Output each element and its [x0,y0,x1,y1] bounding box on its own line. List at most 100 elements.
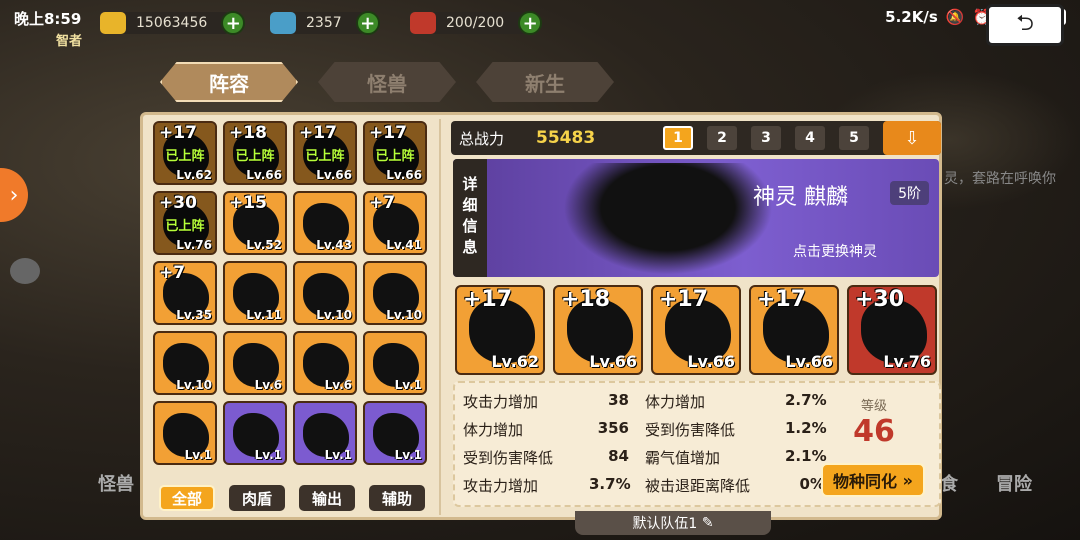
monster-card[interactable]: Lv.1 [153,401,217,465]
monster-grid: +17 已上阵 Lv.62 +18 已上阵 Lv.66 +17 已上阵 Lv.66 +17 已上阵 L… [153,121,431,465]
meat-icon [410,12,436,34]
species-sync-button[interactable]: 物种同化 » [821,463,925,497]
enhance-level: +30 [855,287,905,312]
monster-card[interactable]: Lv.1 [363,331,427,395]
team-slot-1[interactable]: 1 [663,126,693,150]
monster-level: Lv.1 [324,448,352,462]
spirit-name: 神灵 麒麟 [753,185,848,210]
top-tabs: 阵容 怪兽 新生 [160,62,614,102]
spirit-banner[interactable]: 详细信息 神灵 麒麟 5阶 点击更换神灵 [453,159,939,277]
enhance-level: +18 [229,123,267,143]
team-member-card[interactable]: +30 Lv.76 [847,285,937,375]
nav-adventure[interactable]: 冒险 [996,470,1032,496]
player-title: 智者 [56,34,83,49]
filter-all[interactable]: 全部 [159,485,215,511]
team-member-card[interactable]: +17 Lv.66 [651,285,741,375]
tab-monsters[interactable]: 怪兽 [318,62,456,102]
monster-level: Lv.10 [176,378,212,392]
filter-support[interactable]: 辅助 [369,485,425,511]
monster-card[interactable]: Lv.10 [363,261,427,325]
monster-level: Lv.35 [176,308,212,322]
level-badge: 等级 46 [819,389,929,459]
monster-card[interactable]: Lv.43 [293,191,357,255]
monster-card[interactable]: Lv.6 [293,331,357,395]
monster-level: Lv.76 [883,352,931,371]
resource-gold: 15063456 + [100,10,246,36]
monster-card[interactable]: +17 已上阵 Lv.62 [153,121,217,185]
team-slot-4[interactable]: 4 [795,126,825,150]
enhance-level: +30 [159,193,197,213]
enhance-level: +17 [659,287,709,312]
deployed-label: 已上阵 [165,149,205,164]
details-tag[interactable]: 详细信息 [453,159,487,277]
stat-row: 受到伤害降低 84 霸气值增加 2.1% [463,447,827,467]
monster-card[interactable]: Lv.1 [293,401,357,465]
monster-level: Lv.41 [386,238,422,252]
enhance-level: +18 [561,287,611,312]
nav-food[interactable]: 食 [940,470,958,496]
spirit-beast-image [563,163,773,275]
change-spirit-hint[interactable]: 点击更换神灵 [793,241,877,261]
edit-icon: ✎ [701,515,714,531]
resource-gem: 2357 + [270,10,380,36]
resource-stamina: 200/200 + [410,10,543,36]
chat-icon[interactable] [10,258,40,284]
monster-card[interactable]: +15 Lv.52 [223,191,287,255]
monster-level: Lv.1 [184,448,212,462]
monster-card[interactable]: +7 Lv.41 [363,191,427,255]
monster-level: Lv.66 [589,352,637,371]
filter-dps[interactable]: 输出 [299,485,355,511]
monster-level: Lv.1 [394,378,422,392]
back-arrow-icon: ⮌ [1016,11,1034,36]
tab-rebirth[interactable]: 新生 [476,62,614,102]
monster-level: Lv.76 [176,238,212,252]
monster-card[interactable]: Lv.6 [223,331,287,395]
gem-icon [270,12,296,34]
team-slot-3[interactable]: 3 [751,126,781,150]
spirit-rank-badge: 5阶 [890,181,929,205]
nav-monsters[interactable]: 怪兽 [98,470,134,496]
bell-icon: 🔕 [945,8,965,26]
monster-level: Lv.1 [254,448,282,462]
monster-level: Lv.1 [394,448,422,462]
add-gold-button[interactable]: + [221,11,246,35]
enhance-level: +7 [369,193,396,213]
monster-level: Lv.10 [316,308,352,322]
tab-lineup[interactable]: 阵容 [160,62,298,102]
monster-level: Lv.66 [246,168,282,182]
team-slot-5[interactable]: 5 [839,126,869,150]
back-button[interactable]: ⮌ [986,4,1064,46]
monster-card[interactable]: Lv.10 [293,261,357,325]
power-value: 55483 [536,128,596,148]
team-slot-2[interactable]: 2 [707,126,737,150]
double-chevron-icon: » [902,470,913,490]
sort-button[interactable]: ⇩ [883,121,941,155]
monster-card[interactable]: Lv.10 [153,331,217,395]
enhance-level: +17 [757,287,807,312]
monster-card[interactable]: Lv.11 [223,261,287,325]
level-label: 等级 [860,399,887,414]
deployed-label: 已上阵 [165,219,205,234]
team-member-card[interactable]: +17 Lv.66 [749,285,839,375]
monster-level: Lv.11 [246,308,282,322]
gold-icon [100,12,126,34]
team-member-card[interactable]: +17 Lv.62 [455,285,545,375]
monster-card[interactable]: Lv.1 [223,401,287,465]
monster-card[interactable]: +17 已上阵 Lv.66 [293,121,357,185]
enhance-level: +7 [159,263,186,283]
monster-card[interactable]: +30 已上阵 Lv.76 [153,191,217,255]
monster-card[interactable]: +17 已上阵 Lv.66 [363,121,427,185]
monster-card[interactable]: Lv.1 [363,401,427,465]
monster-card[interactable]: +7 Lv.35 [153,261,217,325]
add-gem-button[interactable]: + [355,11,380,35]
stat-row: 体力增加 356 受到伤害降低 1.2% [463,419,827,439]
team-member-card[interactable]: +18 Lv.66 [553,285,643,375]
divider [439,119,441,515]
filter-tank[interactable]: 肉盾 [229,485,285,511]
power-header: 总战力 55483 1 2 3 4 5 ⇩ [451,121,941,155]
monster-card[interactable]: +18 已上阵 Lv.66 [223,121,287,185]
monster-level: Lv.6 [254,378,282,392]
add-stamina-button[interactable]: + [518,11,543,35]
team-name-tab[interactable]: 默认队伍1 ✎ [575,511,771,535]
clock: 晚上8:59 [14,10,82,28]
